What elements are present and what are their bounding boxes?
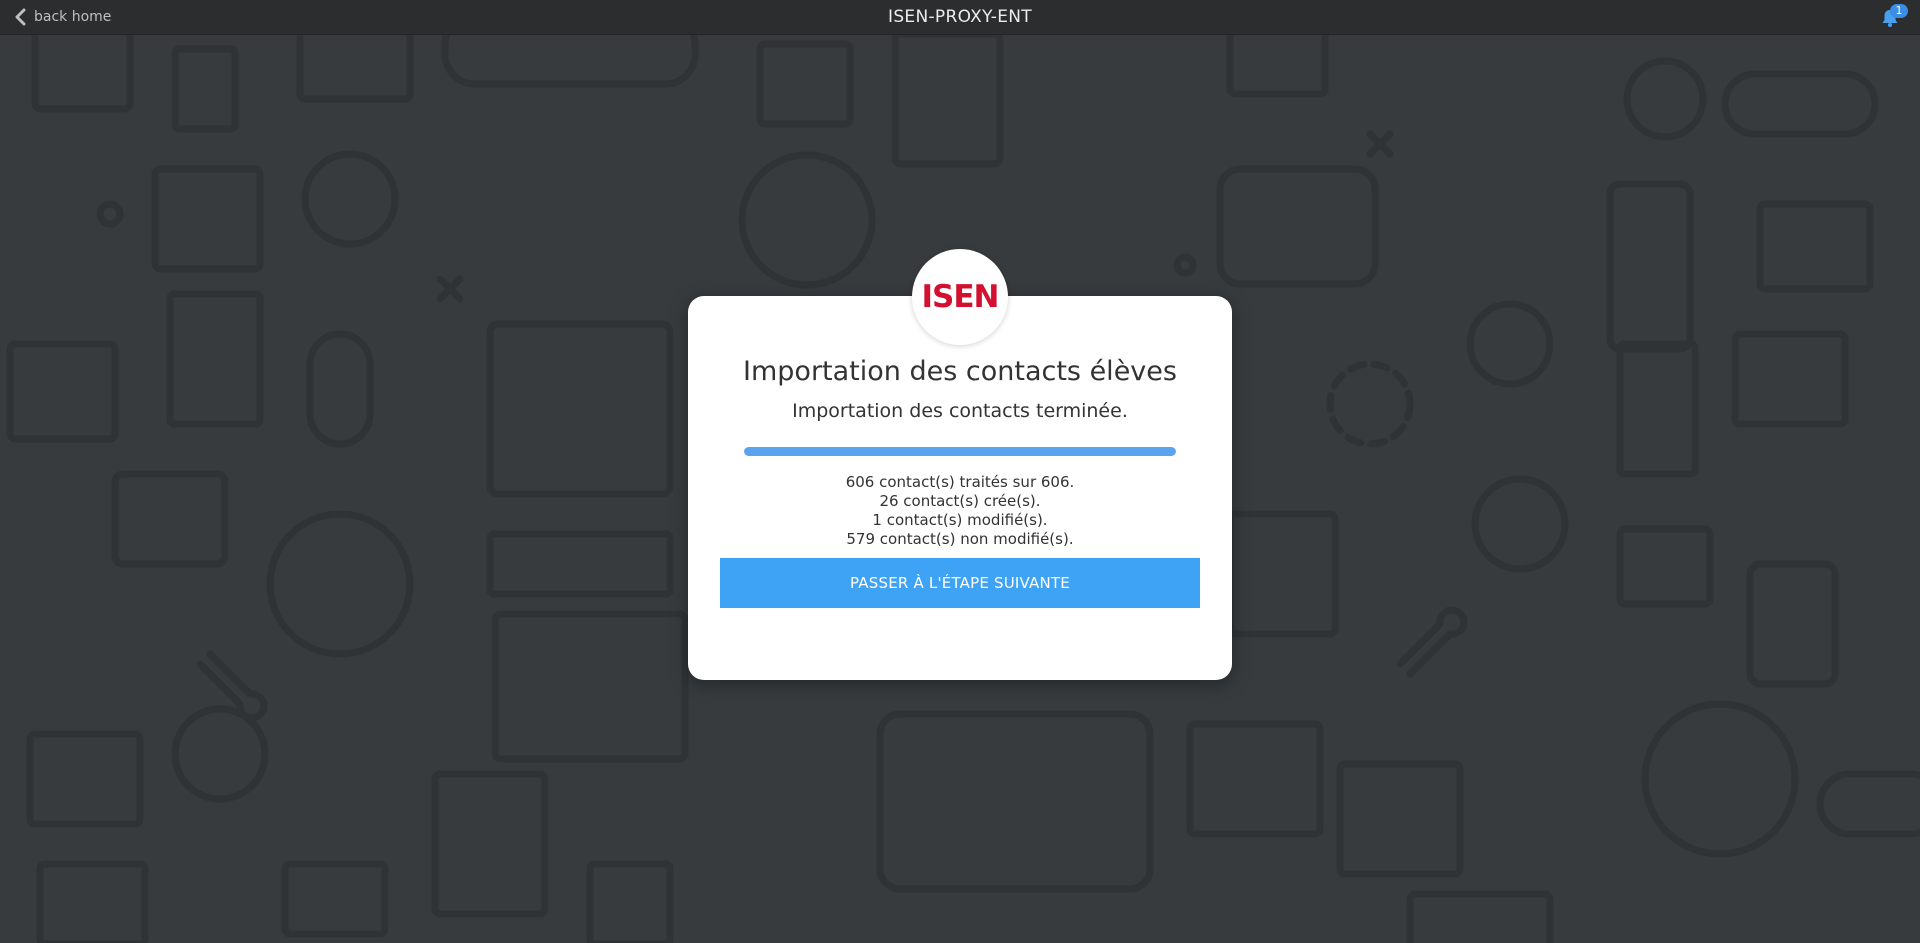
import-progress-bar bbox=[744, 447, 1176, 456]
stat-line-modified: 1 contact(s) modifié(s). bbox=[872, 511, 1048, 529]
next-step-button[interactable]: PASSER À L'ÉTAPE SUIVANTE bbox=[720, 558, 1200, 608]
stat-line-processed: 606 contact(s) traités sur 606. bbox=[845, 473, 1075, 491]
top-bar: back home ISEN-PROXY-ENT 1 bbox=[0, 0, 1920, 35]
app-title: ISEN-PROXY-ENT bbox=[888, 7, 1032, 27]
isen-logo: ISEN bbox=[912, 249, 1008, 345]
notification-badge: 1 bbox=[1890, 4, 1908, 18]
import-dialog: ISEN Importation des contacts élèves Imp… bbox=[688, 249, 1232, 680]
dialog-title: Importation des contacts élèves bbox=[743, 356, 1177, 387]
stat-line-unmodified: 579 contact(s) non modifié(s). bbox=[846, 530, 1074, 548]
progress-fill bbox=[744, 447, 1176, 456]
dialog-subtitle: Importation des contacts terminée. bbox=[792, 400, 1128, 422]
stat-line-created: 26 contact(s) crée(s). bbox=[879, 492, 1041, 510]
notifications-button[interactable]: 1 bbox=[1880, 4, 1908, 30]
import-stats: 606 contact(s) traités sur 606. 26 conta… bbox=[688, 473, 1232, 549]
logo-text: ISEN bbox=[921, 279, 1000, 315]
